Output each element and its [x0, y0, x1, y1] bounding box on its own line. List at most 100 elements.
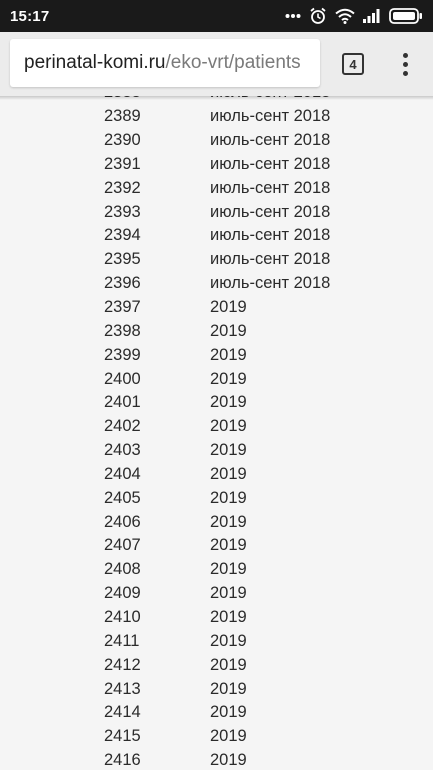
row-number: 2398: [104, 321, 141, 340]
tab-count: 4: [349, 56, 357, 72]
battery-icon: [389, 8, 423, 24]
table-row: 2393 июль-сент 2018: [0, 200, 433, 224]
table-row: 2389 июль-сент 2018: [0, 105, 433, 129]
table-row: 2401 2019: [0, 391, 433, 415]
row-period: 2019: [210, 464, 247, 483]
row-number: 2408: [104, 560, 141, 579]
row-number: 2392: [104, 178, 141, 197]
table-row: 2410 2019: [0, 606, 433, 630]
row-number: 2405: [104, 488, 141, 507]
row-number: 2399: [104, 345, 141, 364]
row-period: 2019: [210, 441, 247, 460]
page-content[interactable]: 2388июль-сент 20182389июль-сент 20182390…: [0, 96, 433, 770]
url-path: /eko-vrt/patients: [165, 52, 301, 73]
row-number: 2396: [104, 274, 141, 293]
row-period: 2019: [210, 298, 247, 317]
status-time: 15:17: [10, 7, 50, 25]
row-period: июль-сент 2018: [210, 178, 331, 197]
row-period: июль-сент 2018: [210, 250, 331, 269]
row-period: 2019: [210, 393, 247, 412]
row-period: июль-сент 2018: [210, 154, 331, 173]
toolbar-shadow: [0, 96, 433, 100]
table-row: 2406 2019: [0, 510, 433, 534]
row-number: 2414: [104, 703, 141, 722]
table-row: 2397 2019: [0, 296, 433, 320]
row-number: 2410: [104, 607, 141, 626]
row-period: 2019: [210, 655, 247, 674]
row-number: 2415: [104, 727, 141, 746]
row-number: 2403: [104, 441, 141, 460]
row-period: 2019: [210, 631, 247, 650]
patients-table: 2388июль-сент 20182389июль-сент 20182390…: [0, 96, 433, 770]
menu-dot: [402, 61, 408, 67]
row-number: 2401: [104, 393, 141, 412]
table-row: 2404 2019: [0, 463, 433, 487]
table-row: 2402 2019: [0, 415, 433, 439]
row-period: 2019: [210, 536, 247, 555]
row-period: 2019: [210, 727, 247, 746]
row-period: 2019: [210, 560, 247, 579]
row-period: 2019: [210, 584, 247, 603]
table-row: 2399 2019: [0, 343, 433, 367]
row-period: 2019: [210, 321, 247, 340]
row-period: 2019: [210, 703, 247, 722]
more-dots-icon: [285, 13, 301, 19]
row-number: 2391: [104, 154, 141, 173]
row-number: 2413: [104, 679, 141, 698]
url-domain: perinatal-komi.ru: [24, 52, 166, 73]
row-number: 2389: [104, 107, 141, 126]
row-number: 2411: [104, 631, 140, 650]
table-row: 2413 2019: [0, 677, 433, 701]
row-number: 2400: [104, 369, 141, 388]
row-number: 2390: [104, 131, 141, 150]
row-period: 2019: [210, 679, 247, 698]
table-row: 2412 2019: [0, 653, 433, 677]
table-row: 2398 2019: [0, 319, 433, 343]
row-period: июль-сент 2018: [210, 107, 331, 126]
row-period: 2019: [210, 345, 247, 364]
row-number: 2397: [104, 298, 141, 317]
row-number: 2394: [104, 226, 141, 245]
menu-dot: [402, 52, 408, 58]
table-row: 2409 2019: [0, 582, 433, 606]
row-number: 2409: [104, 584, 141, 603]
row-number: 2404: [104, 464, 141, 483]
browser-toolbar: perinatal-komi.ru/eko-vrt/patients 4: [0, 32, 433, 96]
url-bar[interactable]: perinatal-komi.ru/eko-vrt/patients: [10, 39, 320, 87]
row-number: 2395: [104, 250, 141, 269]
table-row: 2407 2019: [0, 534, 433, 558]
tab-switcher-button[interactable]: 4: [342, 53, 364, 75]
row-number: 2406: [104, 512, 141, 531]
table-row: 2408 2019: [0, 558, 433, 582]
row-period: 2019: [210, 369, 247, 388]
table-row: 2405 2019: [0, 486, 433, 510]
row-number: 2402: [104, 417, 141, 436]
row-period: июль-сент 2018: [210, 131, 331, 150]
alarm-icon: [309, 7, 327, 25]
table-row: 2411 2019: [0, 629, 433, 653]
table-row: 2400 2019: [0, 367, 433, 391]
status-icons: [285, 7, 423, 25]
table-row: 2403 2019: [0, 439, 433, 463]
row-period: июль-сент 2018: [210, 202, 331, 221]
wifi-icon: [335, 8, 355, 24]
row-period: июль-сент 2018: [210, 274, 331, 293]
row-period: июль-сент 2018: [210, 226, 331, 245]
row-period: 2019: [210, 607, 247, 626]
more-vert-icon[interactable]: [396, 48, 414, 80]
row-number: 2416: [104, 751, 141, 770]
table-row: 2415 2019: [0, 725, 433, 749]
table-row: 2396 июль-сент 2018: [0, 272, 433, 296]
table-row: 2414 2019: [0, 701, 433, 725]
row-period: 2019: [210, 488, 247, 507]
table-row: 2392 июль-сент 2018: [0, 176, 433, 200]
table-row: 2390 июль-сент 2018: [0, 129, 433, 153]
row-period: 2019: [210, 417, 247, 436]
table-row: 2391 июль-сент 2018: [0, 153, 433, 177]
row-number: 2407: [104, 536, 141, 555]
table-row: 2416 2019: [0, 749, 433, 770]
menu-dot: [402, 70, 408, 76]
row-period: 2019: [210, 512, 247, 531]
table-row: 2394 июль-сент 2018: [0, 224, 433, 248]
table-row: 2395 июль-сент 2018: [0, 248, 433, 272]
